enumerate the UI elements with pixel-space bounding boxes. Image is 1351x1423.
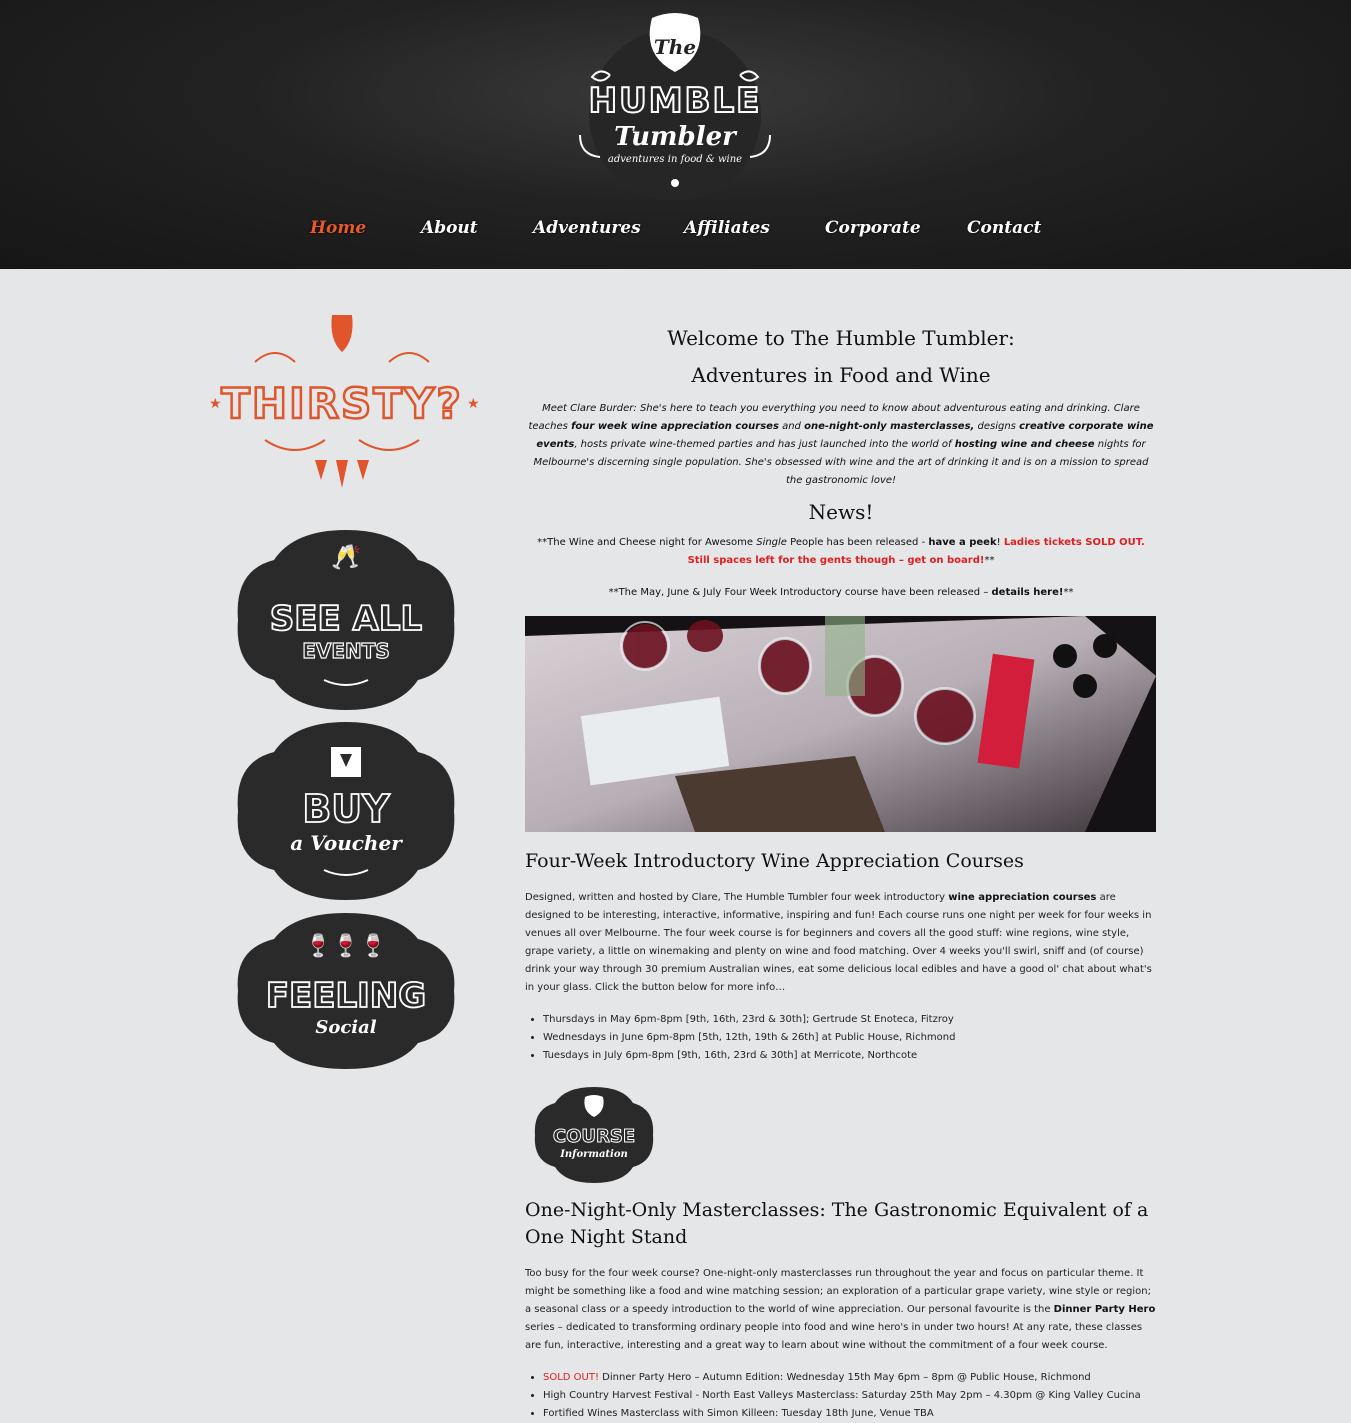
see-all-events-button[interactable]: 🥂 SEE ALL EVENTS <box>234 530 458 710</box>
masterclass-item: Fortified Wines Masterclass with Simon K… <box>543 1405 1157 1423</box>
welcome-line-2: Adventures in Food and Wine <box>691 363 991 387</box>
social-text: Social <box>315 1017 376 1038</box>
wine-glasses-icon: 🍷🍷🍷 <box>305 933 387 959</box>
nav-affiliates[interactable]: Affiliates <box>684 218 770 238</box>
nav-contact[interactable]: Contact <box>967 218 1041 238</box>
nav-corporate[interactable]: Corporate <box>825 218 921 238</box>
welcome-heading: Welcome to The Humble Tumbler: Adventure… <box>525 320 1157 394</box>
star-icon: ★ <box>209 396 222 412</box>
news-item-1: **The Wine and Cheese night for Awesome … <box>537 537 1145 566</box>
voucher-text: a Voucher <box>290 831 403 855</box>
logo-tagline: adventures in food & wine <box>608 154 742 165</box>
masterclasses-bold: Dinner Party Hero <box>1053 1304 1156 1315</box>
nav-home[interactable]: Home <box>310 218 366 238</box>
wine-glasses-icon: 🥂 <box>331 543 361 571</box>
schedule-item: Wednesdays in June 6pm-8pm [5th, 12th, 1… <box>543 1029 1157 1047</box>
humble-tumbler-logo[interactable]: The HUMBLE Tumbler adventures in food & … <box>560 10 790 200</box>
welcome-line-1: Welcome to The Humble Tumbler: <box>667 326 1015 350</box>
masterclasses-heading: One-Night-Only Masterclasses: The Gastro… <box>525 1199 1149 1248</box>
intro-bold: hosting wine and cheese <box>954 439 1095 450</box>
site-header: The HUMBLE Tumbler adventures in food & … <box>0 0 1351 269</box>
course-text: COURSE <box>553 1126 635 1147</box>
feeling-text: FEELING <box>266 976 426 1016</box>
schedule-item: Thursdays in May 6pm-8pm [9th, 16th, 23r… <box>543 1011 1157 1029</box>
see-all-text: SEE ALL <box>270 599 422 639</box>
nav-about[interactable]: About <box>421 218 478 238</box>
events-text: EVENTS <box>302 639 390 663</box>
wine-tasting-photo <box>525 616 1156 832</box>
information-text: Information <box>559 1149 628 1160</box>
sold-out-label: SOLD OUT! <box>543 1372 599 1383</box>
masterclass-item: SOLD OUT! Dinner Party Hero – Autumn Edi… <box>543 1369 1157 1387</box>
thirsty-text: THIRSTY? <box>221 379 462 428</box>
intro-paragraph: Meet Clare Burder: She's here to teach y… <box>528 403 1154 486</box>
buy-text: BUY <box>302 787 390 831</box>
schedule-item: Tuesdays in July 6pm-8pm [9th, 16th, 23r… <box>543 1047 1157 1065</box>
logo-the: The <box>654 35 696 59</box>
have-a-peek-link[interactable]: have a peek <box>928 537 996 548</box>
news-item-2: **The May, June & July Four Week Introdu… <box>608 587 1074 598</box>
logo-humble: HUMBLE <box>589 81 762 121</box>
nav-adventures[interactable]: Adventures <box>533 218 641 238</box>
courses-bold: wine appreciation courses <box>948 892 1097 903</box>
intro-bold: one-night-only masterclasses, <box>804 421 975 432</box>
masterclass-list: SOLD OUT! Dinner Party Hero – Autumn Edi… <box>525 1369 1157 1423</box>
details-here-link[interactable]: details here! <box>992 587 1064 598</box>
masterclass-item: High Country Harvest Festival - North Ea… <box>543 1387 1157 1405</box>
courses-paragraph: Designed, written and hosted by Clare, T… <box>525 892 1152 993</box>
main-content: Welcome to The Humble Tumbler: Adventure… <box>525 320 1157 1423</box>
courses-heading: Four-Week Introductory Wine Appreciation… <box>525 850 1024 872</box>
news-heading: News! <box>808 500 874 524</box>
feeling-social-button[interactable]: 🍷🍷🍷 FEELING Social <box>234 913 458 1069</box>
masterclasses-paragraph: Too busy for the four week course? One-n… <box>525 1268 1156 1351</box>
thirsty-banner[interactable]: THIRSTY? ★ ★ <box>195 310 489 496</box>
logo-tumbler: Tumbler <box>614 122 738 152</box>
course-information-button[interactable]: COURSE Information <box>533 1087 655 1183</box>
main-nav: Home About Adventures Affiliates Corpora… <box>0 218 1351 248</box>
course-schedule-list: Thursdays in May 6pm-8pm [9th, 16th, 23r… <box>525 1011 1157 1065</box>
intro-bold: four week wine appreciation courses <box>571 421 779 432</box>
buy-voucher-button[interactable]: BUY a Voucher <box>234 722 458 900</box>
star-icon: ★ <box>467 396 480 412</box>
